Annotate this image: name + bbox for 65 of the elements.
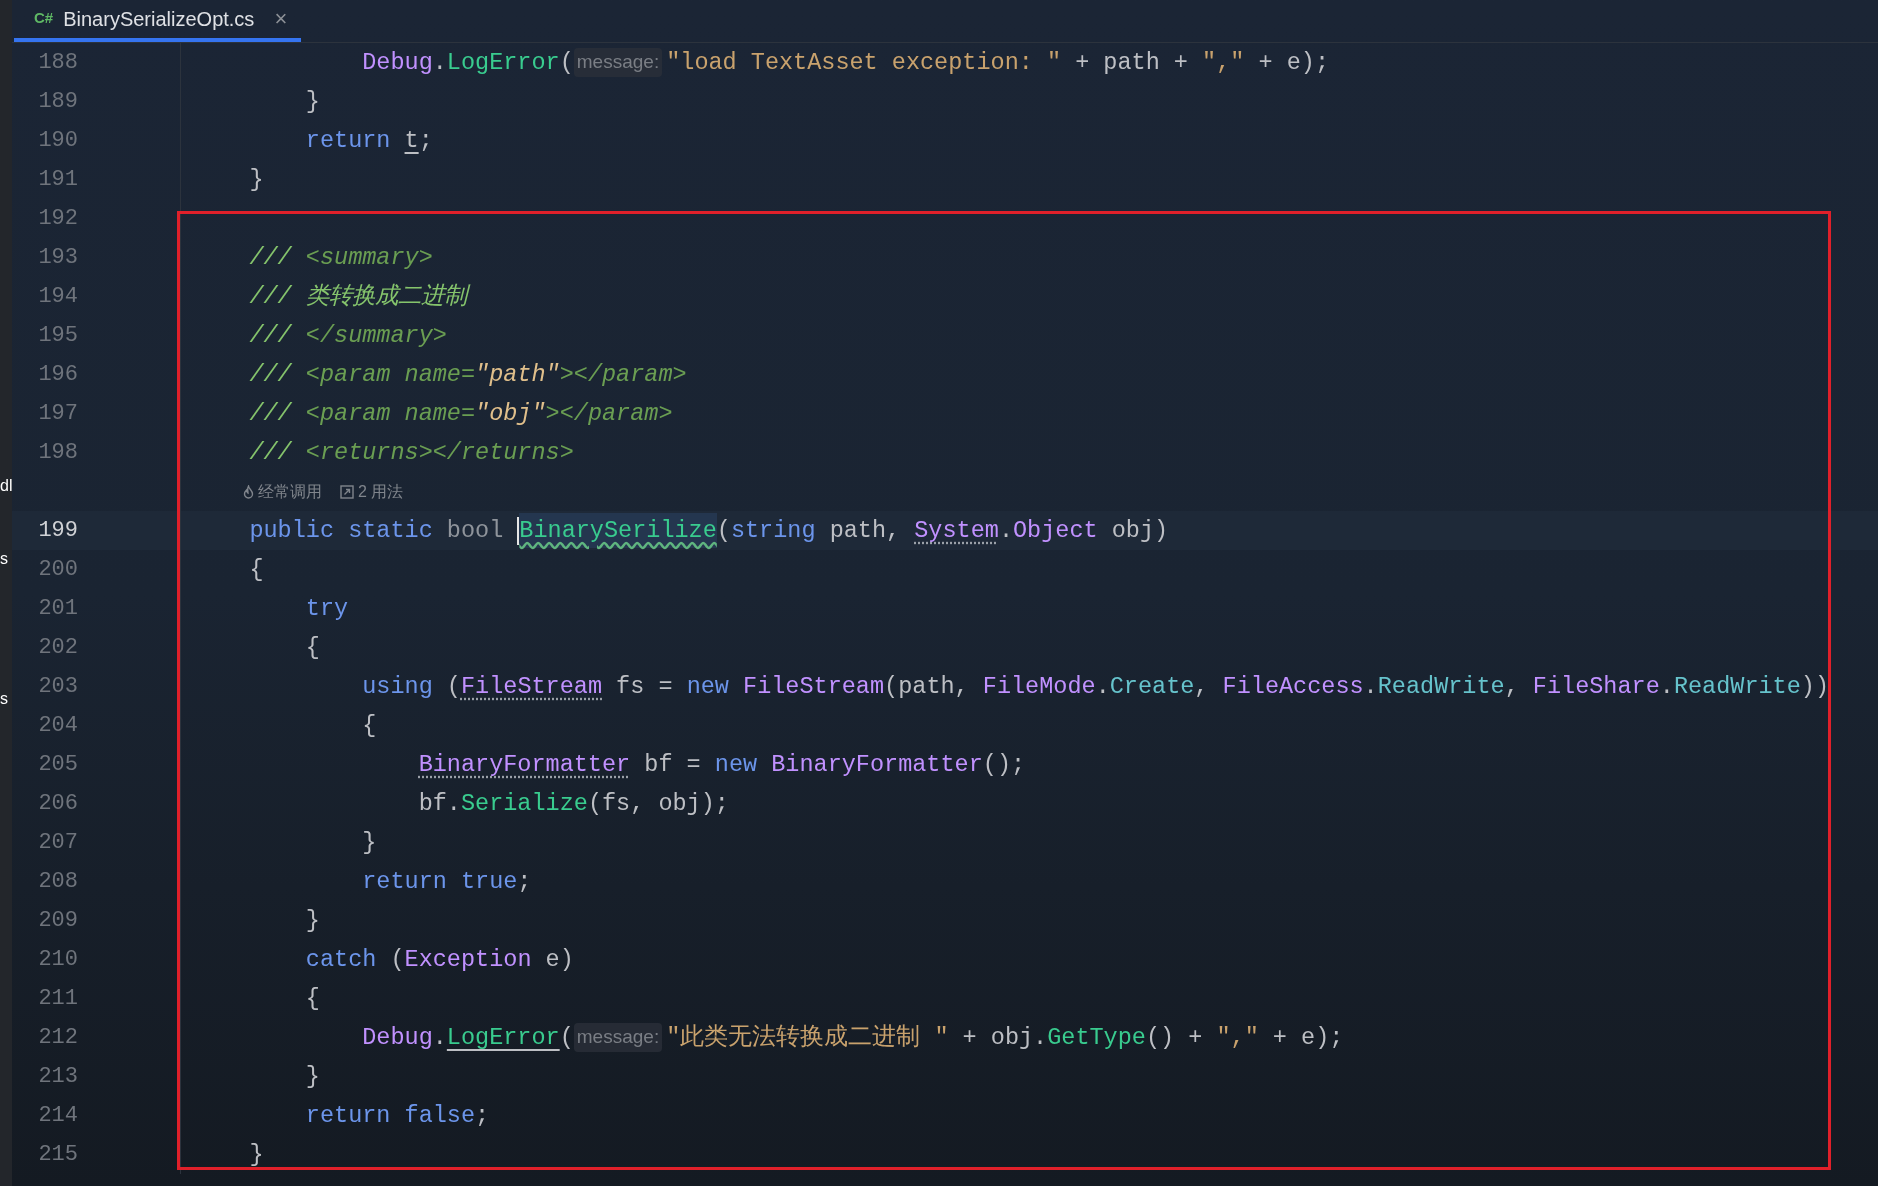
- line-number: 215: [38, 1142, 78, 1167]
- code-line: {: [361, 710, 377, 741]
- line-number: 198: [38, 440, 78, 465]
- code-line: }: [304, 1061, 320, 1092]
- code-line: BinaryFormatter bf = new BinaryFormatter();: [417, 749, 1026, 780]
- line-number: 188: [38, 50, 78, 75]
- line-number: 190: [38, 128, 78, 153]
- codelens-link[interactable]: 2 用法: [358, 479, 404, 504]
- code-line: public static bool BinarySerilize(string path, System.Object obj): [181, 512, 1169, 549]
- line-number: 208: [38, 869, 78, 894]
- line-number: 203: [38, 674, 78, 699]
- code-line: catch (Exception e): [304, 944, 574, 975]
- line-number: 201: [38, 596, 78, 621]
- line-number: 209: [38, 908, 78, 933]
- close-tab-button[interactable]: ×: [274, 7, 288, 30]
- line-number: 204: [38, 713, 78, 738]
- line-number: 212: [38, 1025, 78, 1050]
- line-number: 193: [38, 245, 78, 270]
- csharp-file-icon: C#: [34, 7, 54, 30]
- panel-text-fragment: s: [0, 691, 9, 707]
- code-line: {: [304, 983, 320, 1014]
- code-line: /// </summary>: [248, 320, 447, 351]
- code-line: /// <summary>: [248, 242, 433, 273]
- codelens-link[interactable]: 经常调用: [258, 479, 322, 504]
- panel-text-fragment: s: [0, 551, 9, 567]
- line-number: 210: [38, 947, 78, 972]
- code-line: }: [248, 1139, 264, 1170]
- code-line: {: [304, 632, 320, 663]
- code-line: bf.Serialize(fs, obj);: [417, 788, 729, 819]
- line-number: 207: [38, 830, 78, 855]
- code-line: try: [304, 593, 349, 624]
- code-line: }: [304, 86, 320, 117]
- line-number: 214: [38, 1103, 78, 1128]
- line-number: 202: [38, 635, 78, 660]
- line-number: 199: [38, 518, 78, 543]
- line-number: 213: [38, 1064, 78, 1089]
- code-line: {: [248, 554, 264, 585]
- line-number: 205: [38, 752, 78, 777]
- code-line: Debug.LogError(message: "此类无法转换成二进制 " + obj.GetType() + "," + e);: [361, 1022, 1344, 1054]
- line-number: 194: [38, 284, 78, 309]
- panel-text-fragment: dl: [0, 478, 12, 494]
- line-number: 211: [38, 986, 78, 1011]
- code-line: Debug.LogError(message: "load TextAsset exception: " + path + "," + e);: [361, 47, 1329, 79]
- line-number: 196: [38, 362, 78, 387]
- code-line: }: [361, 827, 377, 858]
- line-number: 191: [38, 167, 78, 192]
- code-line: }: [304, 905, 320, 936]
- flame-icon: [243, 484, 254, 499]
- file-tab[interactable]: C# BinarySerializeOpt.cs ×: [14, 0, 302, 42]
- tab-filename: BinarySerializeOpt.cs: [63, 6, 255, 32]
- line-number: 200: [38, 557, 78, 582]
- line-number: 192: [38, 206, 78, 231]
- code-line: /// <param name="path"></param>: [248, 359, 687, 390]
- line-number: 189: [38, 89, 78, 114]
- code-line: return t;: [304, 125, 433, 156]
- code-line: /// <param name="obj"></param>: [248, 398, 673, 429]
- code-line: return false;: [304, 1100, 490, 1131]
- code-line: /// <returns></returns>: [248, 437, 574, 468]
- line-number: 195: [38, 323, 78, 348]
- line-number: 206: [38, 791, 78, 816]
- code-line: }: [248, 164, 264, 195]
- code-line: return true;: [361, 866, 532, 897]
- code-line: using (FileStream fs = new FileStream(path, FileMode.Create, FileAccess.ReadWrite, FileShare.ReadWrite)): [361, 671, 1830, 702]
- external-link-icon: [340, 484, 354, 499]
- line-number: 197: [38, 401, 78, 426]
